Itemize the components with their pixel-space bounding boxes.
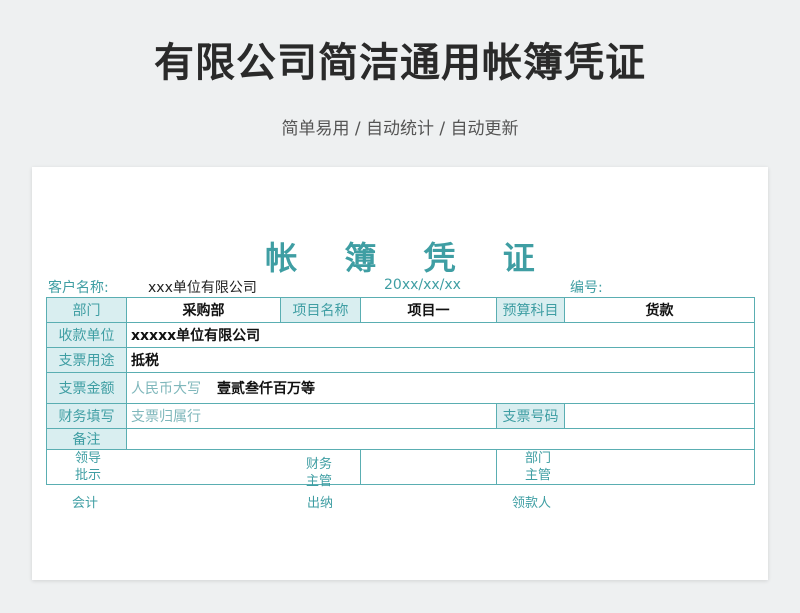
- finance-supervisor-labels: 财务 主管: [294, 456, 332, 490]
- voucher-table: 部门 采购部 项目名称 项目一 预算科目 货款 收款单位 xxxxx单位有限公司…: [46, 297, 755, 485]
- finance-supervisor-cell[interactable]: [360, 449, 497, 485]
- budget-value[interactable]: 货款: [564, 297, 755, 323]
- dept-label: 部门: [46, 297, 127, 323]
- page-subtitle: 简单易用 / 自动统计 / 自动更新: [281, 119, 519, 139]
- finance-line-1: 财务: [306, 457, 333, 472]
- client-label: 客户名称:: [48, 280, 109, 296]
- page-title: 有限公司简洁通用帐簿凭证: [154, 40, 646, 86]
- dept-line-1: 部门: [525, 451, 552, 466]
- amount-value: 壹贰叁仟百万等: [217, 381, 315, 397]
- number-label: 编号:: [570, 280, 603, 296]
- receiver-label: 领款人: [512, 496, 552, 511]
- voucher-date: 20xx/xx/xx: [384, 277, 461, 293]
- table-row: 支票金额 人民币大写 壹贰叁仟百万等: [46, 372, 755, 404]
- purpose-value[interactable]: 抵税: [126, 347, 755, 373]
- client-value: xxx单位有限公司: [148, 280, 257, 296]
- amount-label: 支票金额: [46, 372, 127, 404]
- project-label: 项目名称: [280, 297, 361, 323]
- payee-label: 收款单位: [46, 322, 127, 348]
- budget-label: 预算科目: [496, 297, 565, 323]
- table-row: 收款单位 xxxxx单位有限公司: [46, 322, 755, 348]
- accountant-label: 会计: [72, 496, 99, 511]
- amount-cell[interactable]: 人民币大写 壹贰叁仟百万等: [126, 372, 755, 404]
- voucher-title: 帐 簿 凭 证: [265, 239, 553, 277]
- dept-line-2: 主管: [525, 468, 552, 483]
- dept-value[interactable]: 采购部: [126, 297, 281, 323]
- purpose-label: 支票用途: [46, 347, 127, 373]
- payee-value[interactable]: xxxxx单位有限公司: [126, 322, 755, 348]
- finance-value[interactable]: 支票归属行: [126, 403, 497, 429]
- remark-value[interactable]: [126, 428, 755, 450]
- check-no-value[interactable]: [564, 403, 755, 429]
- dept-supervisor-cell[interactable]: 部门 主管: [496, 449, 755, 485]
- cashier-label: 出纳: [307, 496, 334, 511]
- signature-row: 领导 批示 部门 主管: [46, 449, 755, 485]
- amount-sub-label: 人民币大写: [131, 381, 201, 397]
- voucher-sheet: 帐 簿 凭 证 客户名称: xxx单位有限公司 20xx/xx/xx 编号: 部…: [32, 167, 768, 580]
- finance-line-2: 主管: [306, 474, 333, 489]
- table-row: 支票用途 抵税: [46, 347, 755, 373]
- table-row: 财务填写 支票归属行 支票号码: [46, 403, 755, 429]
- check-no-label: 支票号码: [496, 403, 565, 429]
- table-row: 备注: [46, 428, 755, 450]
- table-row: 部门 采购部 项目名称 项目一 预算科目 货款: [46, 297, 755, 323]
- finance-label: 财务填写: [46, 403, 127, 429]
- remark-label: 备注: [46, 428, 127, 450]
- project-value[interactable]: 项目一: [360, 297, 497, 323]
